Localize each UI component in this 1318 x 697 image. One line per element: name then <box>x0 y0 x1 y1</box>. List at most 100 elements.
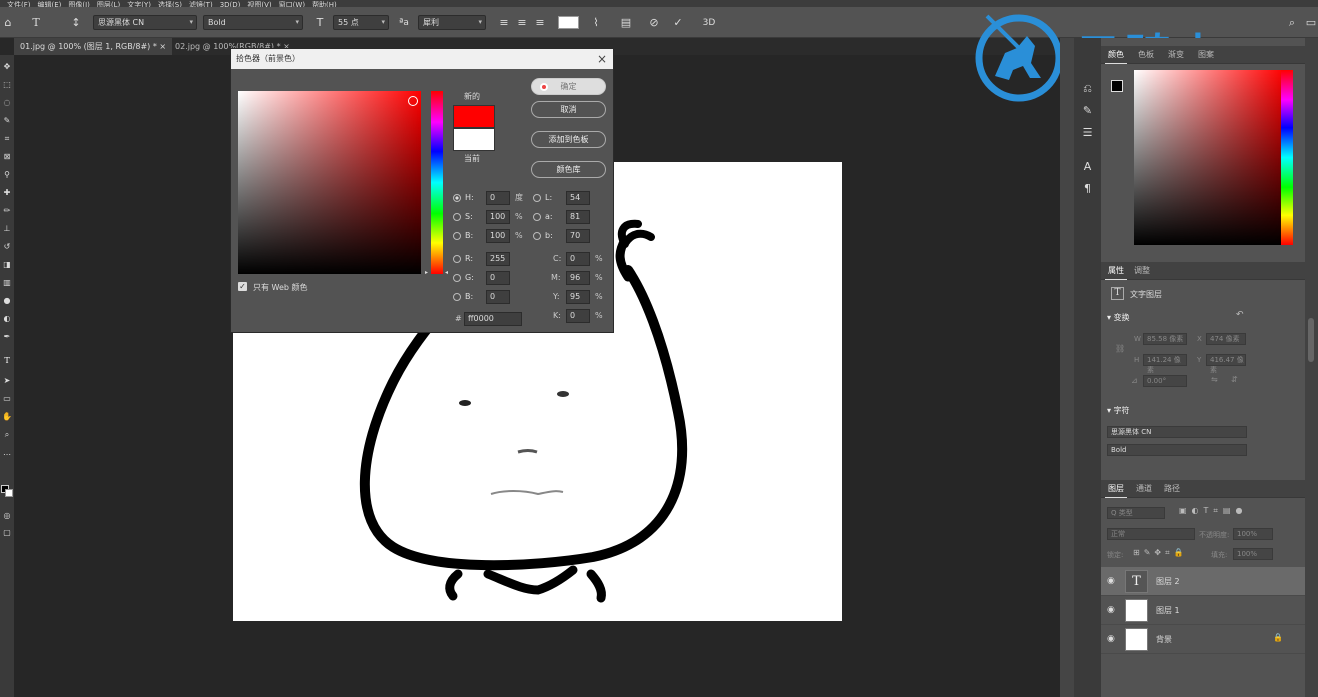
h-radio[interactable]: H: <box>453 191 474 205</box>
marquee-tool-icon[interactable]: ⬚ <box>0 79 14 91</box>
tab-properties[interactable]: 属性 <box>1105 262 1127 280</box>
h-field[interactable]: 0 <box>486 191 510 205</box>
add-to-swatches-button[interactable]: 添加到色板 <box>531 131 606 148</box>
height-field[interactable]: 141.24 像素 <box>1143 354 1187 374</box>
s-field[interactable]: 100 <box>486 210 510 224</box>
font-size-select[interactable]: 55 点 ▾ <box>333 15 389 30</box>
orientation-toggle-icon[interactable]: ↕ <box>68 15 84 31</box>
3d-button[interactable]: 3D <box>699 15 719 31</box>
web-colors-checkbox[interactable]: ✓ <box>238 282 247 291</box>
color-field[interactable] <box>238 91 421 274</box>
dodge-tool-icon[interactable]: ◐ <box>0 313 14 325</box>
history-icon[interactable]: ⎌ <box>1079 80 1096 97</box>
width-field[interactable]: 85.58 像素 <box>1143 333 1187 345</box>
close-icon[interactable]: × <box>597 49 607 69</box>
move-tool-icon[interactable]: ✥ <box>0 61 14 73</box>
eyedropper-tool-icon[interactable]: ⚲ <box>0 169 14 181</box>
reset-icon[interactable]: ↶ <box>1236 310 1244 320</box>
tab-swatches[interactable]: 色板 <box>1135 46 1157 64</box>
gradient-tool-icon[interactable]: ▥ <box>0 277 14 289</box>
hex-field[interactable]: ff0000 <box>464 312 522 326</box>
k-field[interactable]: 0 <box>566 309 590 323</box>
hue-slider-arrow-icon[interactable]: ▸ <box>425 269 428 276</box>
visibility-eye-icon[interactable]: ◉ <box>1107 605 1115 615</box>
x-field[interactable]: 474 像素 <box>1206 333 1246 345</box>
panel-scrollbar[interactable] <box>1305 38 1318 697</box>
text-color-swatch[interactable] <box>558 16 579 29</box>
visibility-eye-icon[interactable]: ◉ <box>1107 576 1115 586</box>
stamp-tool-icon[interactable]: ⊥ <box>0 223 14 235</box>
color-field[interactable] <box>1134 70 1284 245</box>
tab-paths[interactable]: 路径 <box>1161 480 1183 498</box>
screen-mode-icon[interactable]: ▢ <box>0 527 14 539</box>
tab-layers[interactable]: 图层 <box>1105 480 1127 498</box>
tab-channels[interactable]: 通道 <box>1133 480 1155 498</box>
layer-row[interactable]: ◉ 背景 🔒 <box>1101 625 1305 654</box>
visibility-eye-icon[interactable]: ◉ <box>1107 634 1115 644</box>
cancel-icon[interactable]: ⊘ <box>646 15 662 31</box>
tab-color[interactable]: 颜色 <box>1105 46 1127 64</box>
hue-slider[interactable] <box>431 91 443 274</box>
workspace-icon[interactable]: ▭ <box>1303 15 1318 31</box>
l-radio[interactable]: L: <box>533 191 552 205</box>
current-color-swatch[interactable] <box>453 128 495 151</box>
type-tool-icon[interactable]: T <box>28 15 44 31</box>
character-panel-icon[interactable]: A <box>1079 158 1096 175</box>
brush-settings-icon[interactable]: ✎ <box>1079 102 1096 119</box>
flip-vertical-icon[interactable]: ⇵ <box>1231 375 1238 384</box>
layer-filter-icons[interactable]: ▣◐T⌗▤● <box>1179 506 1247 516</box>
char-style-select[interactable]: Bold <box>1107 444 1247 456</box>
adjustments-icon[interactable]: ☰ <box>1079 124 1096 141</box>
close-icon[interactable]: × <box>159 42 166 51</box>
eraser-tool-icon[interactable]: ◨ <box>0 259 14 271</box>
tab-adjustments[interactable]: 调整 <box>1131 262 1153 280</box>
char-font-select[interactable]: 思源黑体 CN <box>1107 426 1247 438</box>
panel-foreground-swatch[interactable] <box>1111 80 1123 92</box>
blend-mode-select[interactable]: 正常 <box>1107 528 1195 540</box>
y-field[interactable]: 416.47 像素 <box>1206 354 1246 374</box>
healing-tool-icon[interactable]: ✚ <box>0 187 14 199</box>
opacity-field[interactable]: 100% <box>1233 528 1273 540</box>
quick-mask-icon[interactable]: ◎ <box>0 510 14 522</box>
tab-doc-1[interactable]: 01.jpg @ 100% (图层 1, RGB/8#) * × <box>14 38 173 55</box>
paragraph-panel-icon[interactable]: ¶ <box>1079 180 1096 197</box>
layer-filter-select[interactable]: Q 类型 <box>1107 507 1165 519</box>
color-cursor[interactable] <box>408 96 418 106</box>
angle-field[interactable]: 0.00° <box>1143 375 1187 387</box>
s-radio[interactable]: S: <box>453 210 473 224</box>
rgb-b-radio[interactable]: B: <box>453 290 473 304</box>
hue-slider[interactable] <box>1281 70 1293 245</box>
b-radio[interactable]: B: <box>453 229 473 243</box>
hue-slider-arrow-icon[interactable]: ◂ <box>445 269 448 276</box>
char-panel-icon[interactable]: ▤ <box>618 15 634 31</box>
pen-tool-icon[interactable]: ✒ <box>0 331 14 343</box>
y-field[interactable]: 95 <box>566 290 590 304</box>
layer-row[interactable]: ◉ 图层 1 <box>1101 596 1305 625</box>
home-icon[interactable]: ⌂ <box>0 15 16 31</box>
r-radio[interactable]: R: <box>453 252 473 266</box>
antialias-select[interactable]: 犀利 ▾ <box>418 15 486 30</box>
lab-b-field[interactable]: 70 <box>566 229 590 243</box>
scrollbar-thumb[interactable] <box>1308 318 1314 362</box>
flip-horizontal-icon[interactable]: ⇋ <box>1211 375 1218 384</box>
zoom-tool-icon[interactable]: ⌕ <box>0 429 14 441</box>
align-left-icon[interactable]: ≡ <box>496 15 512 31</box>
g-field[interactable]: 0 <box>486 271 510 285</box>
layer-row[interactable]: ◉ T 图层 2 <box>1101 567 1305 596</box>
background-color-swatch[interactable] <box>5 489 13 497</box>
align-center-icon[interactable]: ≡ <box>514 15 530 31</box>
m-field[interactable]: 96 <box>566 271 590 285</box>
blur-tool-icon[interactable]: ● <box>0 295 14 307</box>
brush-tool-icon[interactable]: ✏ <box>0 205 14 217</box>
more-tools-icon[interactable]: ⋯ <box>0 449 14 461</box>
lasso-tool-icon[interactable]: ◌ <box>0 97 14 109</box>
a-radio[interactable]: a: <box>533 210 553 224</box>
warp-text-icon[interactable]: ⌇ <box>588 15 604 31</box>
cancel-button[interactable]: 取消 <box>531 101 606 118</box>
r-field[interactable]: 255 <box>486 252 510 266</box>
character-section-title[interactable]: ▾ 字符 <box>1107 405 1130 416</box>
align-right-icon[interactable]: ≡ <box>532 15 548 31</box>
g-radio[interactable]: G: <box>453 271 474 285</box>
link-icon[interactable]: ⛓ <box>1115 344 1125 353</box>
tab-patterns[interactable]: 图案 <box>1195 46 1217 64</box>
